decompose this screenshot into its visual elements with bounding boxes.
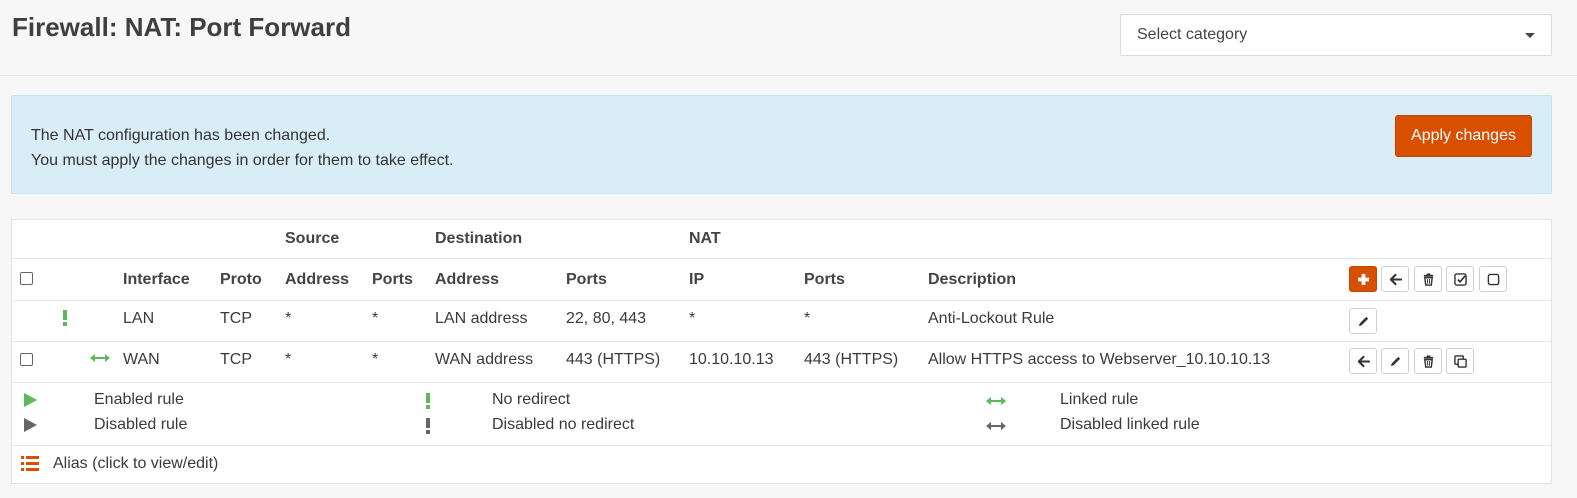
- arrow-left-icon: [1389, 273, 1402, 286]
- legend-disabled-rule: Disabled rule: [94, 416, 188, 433]
- chevron-down-icon: [1525, 33, 1535, 38]
- port-forward-table: Source Destination NAT Interface Proto A…: [11, 219, 1552, 484]
- enable-selected-button[interactable]: [1446, 266, 1474, 292]
- col-header-source-address: Address: [285, 271, 350, 288]
- row-description: Allow HTTPS access to Webserver_10.10.10…: [928, 351, 1271, 368]
- legend-disabled-linked-rule: Disabled linked rule: [1060, 416, 1200, 433]
- clone-icon: [1454, 355, 1467, 368]
- pencil-icon: [1390, 356, 1401, 367]
- move-selected-button[interactable]: [1381, 266, 1409, 292]
- plus-icon: [1357, 273, 1370, 286]
- col-header-nat-ip: IP: [689, 271, 705, 288]
- no-redirect-icon: [426, 393, 430, 409]
- page-title: Firewall: NAT: Port Forward: [12, 12, 351, 42]
- pencil-icon: [1358, 316, 1369, 327]
- row-nat-ip: 10.10.10.13: [689, 351, 774, 368]
- list-icon: [21, 456, 39, 471]
- col-header-interface: Interface: [123, 271, 190, 288]
- page-header: Firewall: NAT: Port Forward Select categ…: [0, 0, 1577, 76]
- divider: [12, 382, 1551, 383]
- delete-rule-button[interactable]: [1414, 348, 1442, 374]
- row-interface: WAN: [123, 351, 160, 368]
- alert-message-line1: The NAT configuration has been changed.: [31, 127, 331, 144]
- group-header-destination: Destination: [435, 230, 523, 247]
- trash-icon: [1423, 355, 1434, 368]
- arrow-left-icon: [1357, 355, 1370, 368]
- row-source-address: *: [285, 351, 292, 368]
- col-header-description: Description: [928, 271, 1017, 288]
- row-nat-ports: 443 (HTTPS): [804, 351, 899, 368]
- play-icon: [24, 418, 37, 432]
- row-destination-ports: 443 (HTTPS): [566, 351, 661, 368]
- legend-enabled-rule: Enabled rule: [94, 391, 184, 408]
- clone-rule-button[interactable]: [1446, 348, 1474, 374]
- divider: [12, 300, 1551, 301]
- edit-rule-button[interactable]: [1381, 348, 1409, 374]
- col-header-proto: Proto: [220, 271, 262, 288]
- edit-rule-button[interactable]: [1349, 308, 1377, 334]
- group-header-source: Source: [285, 230, 340, 247]
- add-rule-button[interactable]: [1349, 266, 1377, 292]
- col-header-destination-ports: Ports: [566, 271, 607, 288]
- legend-linked-rule: Linked rule: [1060, 391, 1139, 408]
- row-destination-ports: 22, 80, 443: [566, 310, 647, 327]
- trash-icon: [1423, 273, 1434, 286]
- disabled-linked-rule-icon: [986, 422, 1006, 430]
- category-select[interactable]: Select category: [1120, 14, 1552, 56]
- row-description: Anti-Lockout Rule: [928, 310, 1055, 327]
- legend-disabled-no-redirect: Disabled no redirect: [492, 416, 635, 433]
- col-header-destination-address: Address: [435, 271, 500, 288]
- move-rule-button[interactable]: [1349, 348, 1377, 374]
- select-all-checkbox[interactable]: [20, 272, 33, 285]
- divider: [12, 445, 1551, 446]
- disabled-no-redirect-icon: [426, 418, 430, 434]
- play-icon: [24, 393, 37, 407]
- legend-no-redirect: No redirect: [492, 391, 571, 408]
- no-redirect-icon: [63, 310, 67, 326]
- alert-message-line2: You must apply the changes in order for …: [31, 152, 454, 169]
- disable-selected-button[interactable]: [1479, 266, 1507, 292]
- row-source-address: *: [285, 310, 292, 327]
- row-destination-address: LAN address: [435, 310, 528, 327]
- row-destination-address: WAN address: [435, 351, 534, 368]
- row-nat-ports: *: [804, 310, 811, 327]
- divider: [12, 258, 1551, 259]
- alias-legend: Alias (click to view/edit): [53, 455, 219, 472]
- delete-selected-button[interactable]: [1414, 266, 1442, 292]
- check-square-icon: [1454, 273, 1467, 286]
- row-source-ports: *: [372, 351, 379, 368]
- row-proto: TCP: [220, 351, 252, 368]
- apply-changes-button[interactable]: Apply changes: [1395, 115, 1532, 157]
- square-icon: [1487, 273, 1500, 286]
- row-interface: LAN: [123, 310, 155, 327]
- row-source-ports: *: [372, 310, 379, 327]
- row-nat-ip: *: [689, 310, 696, 327]
- linked-rule-icon: [90, 354, 110, 362]
- row-proto: TCP: [220, 310, 252, 327]
- category-select-value: Select category: [1137, 26, 1248, 43]
- col-header-source-ports: Ports: [372, 271, 413, 288]
- linked-rule-icon: [986, 397, 1006, 405]
- row-select-checkbox[interactable]: [20, 353, 33, 366]
- group-header-nat: NAT: [689, 230, 721, 247]
- col-header-nat-ports: Ports: [804, 271, 845, 288]
- divider: [12, 341, 1551, 342]
- changes-alert: The NAT configuration has been changed. …: [11, 95, 1552, 194]
